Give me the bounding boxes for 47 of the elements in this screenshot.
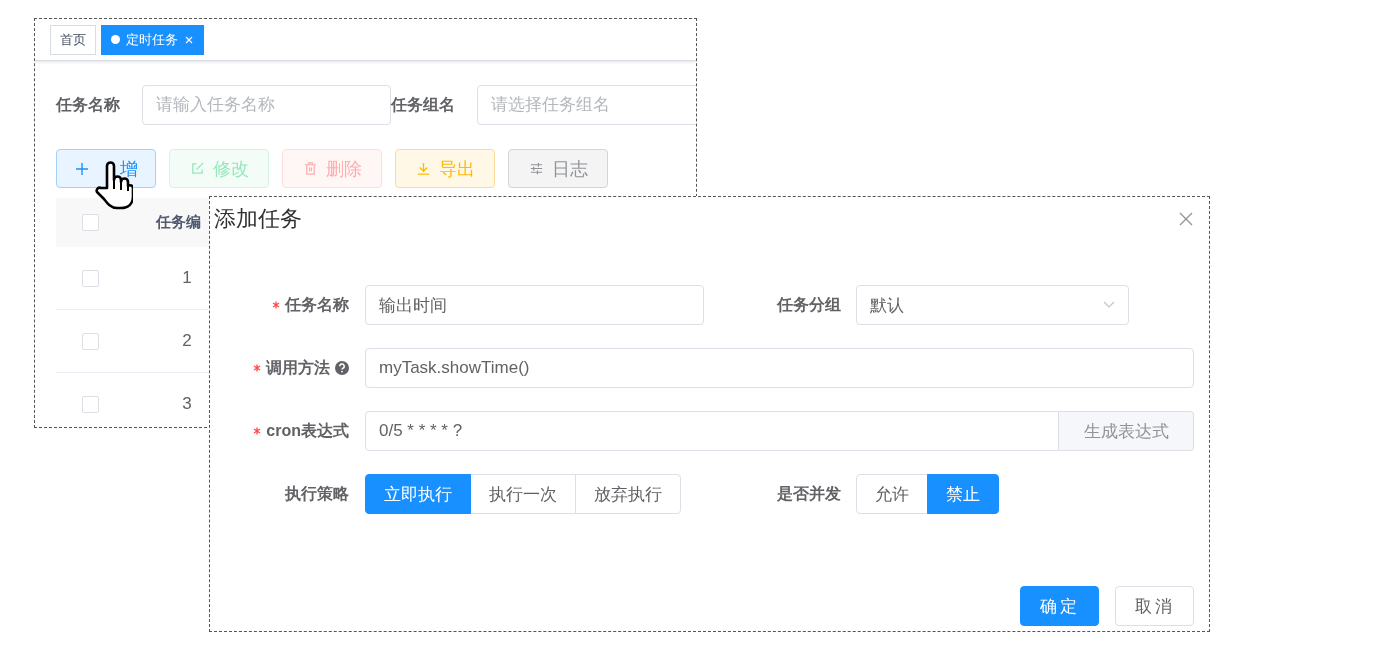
edit-icon	[189, 161, 205, 176]
close-icon	[1179, 212, 1193, 226]
table-cell-text: 1	[181, 268, 193, 288]
radio-button[interactable]: 放弃执行	[575, 474, 681, 514]
search-field[interactable]: 请选择任务组名	[477, 85, 696, 125]
toolbar-button[interactable]: 日志	[508, 149, 608, 188]
checkbox[interactable]	[82, 332, 99, 350]
tab[interactable]: 定时任务	[101, 24, 204, 55]
checkbox[interactable]	[82, 269, 99, 287]
input-field[interactable]: 输出时间	[365, 285, 704, 325]
plus-icon	[74, 160, 90, 177]
select-field[interactable]: 默认	[856, 285, 1129, 325]
column-header: 任务编	[156, 213, 201, 232]
field-label: 任务名称	[272, 294, 349, 316]
table-cell-text: 3	[181, 394, 193, 414]
help-icon	[335, 361, 349, 375]
required-asterisk-icon	[253, 364, 261, 372]
field-label: 任务名称	[56, 94, 121, 115]
field-label: 任务分组	[777, 294, 841, 315]
checkbox[interactable]	[82, 214, 99, 231]
sliders-icon	[528, 161, 544, 176]
close-icon	[184, 34, 194, 45]
field-label: 调用方法	[253, 357, 349, 379]
field-label: 是否并发	[777, 483, 841, 504]
radio-button[interactable]: 允许	[856, 474, 928, 514]
trash-icon	[302, 161, 318, 176]
dialog-button[interactable]: 取消	[1115, 586, 1194, 626]
radio-button[interactable]: 执行一次	[470, 474, 576, 514]
search-field[interactable]: 请输入任务名称	[142, 85, 391, 125]
field-label: 执行策略	[285, 483, 349, 504]
field-label: cron表达式	[253, 420, 349, 442]
active-dot	[111, 35, 120, 44]
tab[interactable]: 首页	[50, 24, 96, 55]
append-button[interactable]: 生成表达式	[1059, 411, 1194, 451]
required-asterisk-icon	[272, 301, 280, 309]
radio-button[interactable]: 禁止	[927, 474, 999, 514]
dialog-title: 添加任务	[214, 205, 302, 233]
dialog-button[interactable]: 确定	[1020, 586, 1099, 626]
input-field[interactable]: myTask.showTime()	[365, 348, 1194, 388]
download-icon	[415, 161, 431, 176]
required-asterisk-icon	[253, 427, 262, 435]
chevron-down-icon	[1103, 301, 1115, 309]
field-label: 任务组名	[391, 94, 456, 115]
table-cell-text: 2	[181, 331, 193, 351]
checkbox[interactable]	[82, 395, 99, 413]
radio-button[interactable]: 立即执行	[365, 474, 471, 514]
input-field[interactable]: 0/5 * * * * ?	[365, 411, 1059, 451]
